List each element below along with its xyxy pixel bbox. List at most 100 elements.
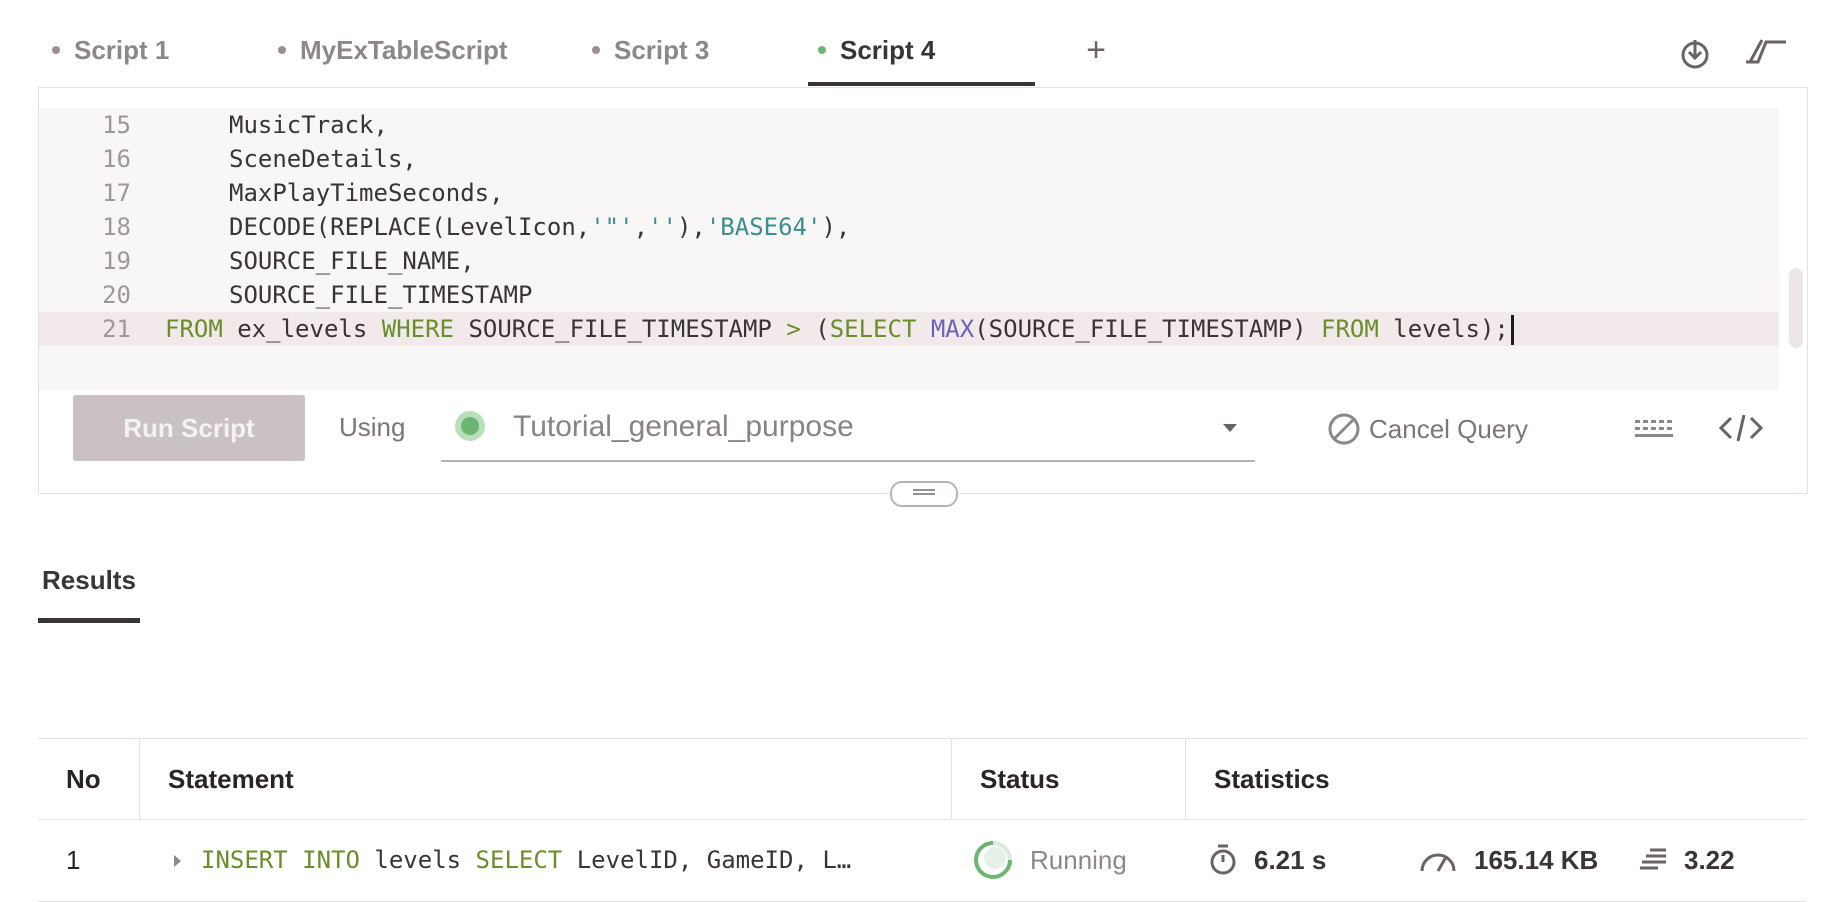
code-line-current: 21 FROM ex_levels WHERE SOURCE_FILE_TIMES… <box>39 312 1779 346</box>
tab-status-dot <box>278 46 286 54</box>
editor-scrollbar[interactable] <box>1789 268 1803 348</box>
database-select[interactable]: Tutorial_general_purpose <box>441 396 1255 462</box>
code-token: ), <box>676 213 706 241</box>
cancel-icon <box>1328 413 1360 445</box>
row-number: 1 <box>66 845 81 875</box>
table-header: No Statement Status Statistics <box>38 738 1806 820</box>
database-name: Tutorial_general_purpose <box>513 410 854 443</box>
stopwatch-icon <box>1210 844 1236 875</box>
using-label: Using <box>339 412 406 442</box>
keyboard-icon[interactable] <box>1633 412 1677 447</box>
column-header-no: No <box>66 764 101 794</box>
code-token: levels <box>359 846 476 874</box>
sql-keyword: SELECT <box>475 846 563 874</box>
code-line: 18 DECODE(REPLACE(LevelIcon,'"',''),'BASE… <box>39 210 1779 244</box>
sql-keyword: WHERE <box>381 315 454 343</box>
sql-operator: > <box>786 315 801 343</box>
tab-script-4[interactable]: Script 4 <box>818 28 935 72</box>
status-text: Running <box>1030 844 1127 875</box>
line-number: 15 <box>102 111 131 139</box>
column-divider <box>951 739 952 819</box>
line-number: 21 <box>102 315 131 343</box>
expand-caret-icon[interactable] <box>174 855 181 867</box>
download-icon[interactable] <box>1678 36 1718 70</box>
script-editor: 15 MusicTrack, 16 SceneDetails, 17 MaxPlayT… <box>38 87 1808 494</box>
tab-results[interactable]: Results <box>42 565 136 596</box>
status-cell: Running <box>972 819 1127 901</box>
column-header-statement: Statement <box>168 764 294 794</box>
code-token: levels); <box>1378 315 1509 343</box>
code-token: ex_levels <box>222 315 382 343</box>
rows-value: 3.22 <box>1684 844 1735 875</box>
string-literal: 'BASE64' <box>705 213 822 241</box>
tab-status-dot <box>592 46 600 54</box>
code-line: 17 MaxPlayTimeSeconds, <box>39 176 1779 210</box>
rows-stat: 3.22 <box>1638 819 1735 901</box>
code-token: LevelID, GameID, L… <box>562 846 852 874</box>
tab-status-dot <box>818 46 826 54</box>
code-line: 15 MusicTrack, <box>39 108 1779 142</box>
tab-label: Script 1 <box>74 34 170 65</box>
code-icon[interactable] <box>1718 412 1764 449</box>
statement-cell[interactable]: INSERT INTO levels SELECT LevelID, GameI… <box>174 819 851 901</box>
sql-keyword: SELECT <box>829 315 917 343</box>
string-literal: '"' <box>590 213 634 241</box>
column-divider <box>1185 739 1186 819</box>
code-token: ), <box>821 213 851 241</box>
line-number: 17 <box>102 179 131 207</box>
add-tab-button[interactable]: + <box>1076 30 1116 70</box>
line-number: 19 <box>102 247 131 275</box>
rows-icon <box>1640 848 1666 870</box>
string-literal: '' <box>648 213 677 241</box>
line-text: SOURCE_FILE_NAME, <box>229 247 475 275</box>
tab-label: Script 3 <box>614 34 710 65</box>
tab-status-dot <box>52 46 60 54</box>
line-text: DECODE(REPLACE(LevelIcon,'"',''),'BASE64… <box>229 210 850 244</box>
sql-keyword: FROM <box>165 315 223 343</box>
line-text: MaxPlayTimeSeconds, <box>229 179 504 207</box>
code-line: 16 SceneDetails, <box>39 142 1779 176</box>
sql-keyword: INSERT <box>201 846 288 874</box>
connection-status-icon <box>455 411 485 441</box>
column-header-statistics: Statistics <box>1214 764 1330 794</box>
code-token: , <box>633 213 649 241</box>
line-text: SOURCE_FILE_TIMESTAMP <box>229 281 533 309</box>
duration-value: 6.21 s <box>1254 844 1327 875</box>
column-divider <box>139 739 140 819</box>
running-spinner-icon <box>974 841 1012 879</box>
code-token: ( <box>800 315 830 343</box>
panel-resize-handle[interactable] <box>890 481 958 507</box>
tab-myextablescript[interactable]: MyExTableScript <box>278 28 508 72</box>
chevron-down-icon <box>1223 424 1237 432</box>
connection-icon[interactable] <box>1744 36 1786 70</box>
line-number: 16 <box>102 145 131 173</box>
size-stat: 165.14 KB <box>1418 819 1598 901</box>
cancel-query-button[interactable]: Cancel Query <box>1327 412 1528 446</box>
script-toolbar: Run Script Using Tutorial_general_purpos… <box>39 390 1807 493</box>
tab-script-1[interactable]: Script 1 <box>52 28 169 72</box>
gauge-icon <box>1420 853 1456 872</box>
tab-label: MyExTableScript <box>300 34 508 65</box>
code-token: DECODE(REPLACE(LevelIcon, <box>229 213 591 241</box>
sql-keyword: FROM <box>1321 315 1379 343</box>
sql-keyword: INTO <box>302 846 360 874</box>
results-tab-indicator <box>38 618 140 623</box>
run-script-button[interactable]: Run Script <box>73 395 305 461</box>
script-tabs-bar: Script 1 MyExTableScript Script 3 Script… <box>0 0 1838 88</box>
code-line: 19 SOURCE_FILE_NAME, <box>39 244 1779 278</box>
code-token: SOURCE_FILE_TIMESTAMP <box>454 315 787 343</box>
line-number: 18 <box>102 213 131 241</box>
line-text: FROM ex_levels WHERE SOURCE_FILE_TIMESTA… <box>165 312 1514 346</box>
column-header-status: Status <box>980 764 1060 794</box>
size-value: 165.14 KB <box>1474 844 1599 875</box>
code-token: (SOURCE_FILE_TIMESTAMP) <box>974 315 1321 343</box>
table-row[interactable]: 1 INSERT INTO levels SELECT LevelID, Gam… <box>38 819 1806 902</box>
code-line: 20 SOURCE_FILE_TIMESTAMP <box>39 278 1779 312</box>
active-tab-indicator <box>808 82 1035 86</box>
tab-label: Script 4 <box>840 34 936 65</box>
tab-script-3[interactable]: Script 3 <box>592 28 709 72</box>
duration-stat: 6.21 s <box>1208 819 1326 901</box>
line-text: SceneDetails, <box>229 145 417 173</box>
cancel-query-label: Cancel Query <box>1369 413 1528 444</box>
